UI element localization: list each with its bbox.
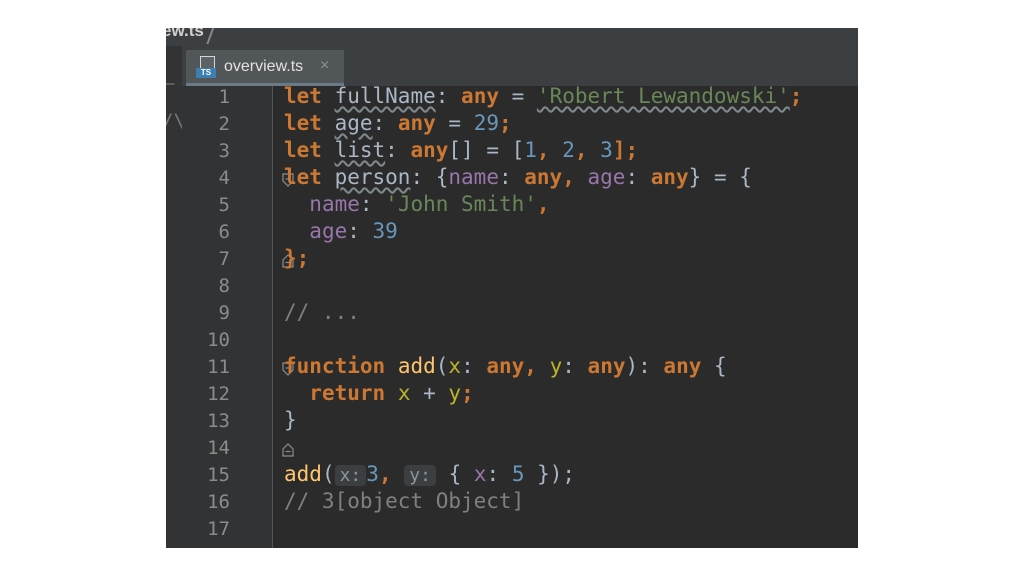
line-number: 14 <box>207 437 230 459</box>
code-line-16: // 3[object Object] <box>284 489 525 513</box>
code-editor[interactable]: let fullName: any = 'Robert Lewandowski'… <box>284 84 858 548</box>
line-number: 12 <box>207 383 230 405</box>
ts-badge: TS <box>196 68 216 78</box>
code-line-12: return x + y; <box>309 381 474 405</box>
parameter-hint-y: y: <box>404 465 436 486</box>
line-number: 7 <box>218 248 230 270</box>
code-line-2: let age: any = 29; <box>284 111 512 135</box>
editor-window: ew.ts TS overview.ts × — /\ 1 2 3 4 5 6 … <box>166 28 858 548</box>
code-line-15: add(x: 3, y: { x: 5 }); <box>284 462 576 486</box>
line-number: 17 <box>207 518 230 540</box>
code-line-3: let list: any[] = [1, 2, 3]; <box>284 138 639 162</box>
typescript-file-icon: TS <box>196 56 216 78</box>
code-line-4: let person: {name: any, age: any} = { <box>284 165 752 189</box>
navigation-bar: ew.ts <box>166 28 858 46</box>
breadcrumb-separator <box>206 28 216 44</box>
line-number: 5 <box>218 194 230 216</box>
gutter-divider <box>272 86 273 548</box>
line-number: 8 <box>218 275 230 297</box>
code-line-13: } <box>284 408 297 432</box>
tab-bar: TS overview.ts × <box>166 46 858 87</box>
code-line-11: function add(x: any, y: any): any { <box>284 354 727 378</box>
parameter-hint-x: x: <box>334 465 367 486</box>
line-number: 11 <box>207 356 230 378</box>
code-line-6: age: 39 <box>309 219 398 243</box>
code-line-5: name: 'John Smith', <box>309 192 550 216</box>
line-number: 15 <box>207 464 230 486</box>
code-line-9: // ... <box>284 300 360 324</box>
line-number: 2 <box>218 113 230 135</box>
tool-window-strip: — /\ <box>166 46 185 548</box>
line-number: 13 <box>207 410 230 432</box>
line-number-gutter: 1 2 3 4 5 6 7 8 9 10 11 12 13 14 15 16 1… <box>182 86 294 548</box>
strip-marker: — <box>166 76 175 92</box>
close-icon[interactable]: × <box>320 57 329 75</box>
line-number: 16 <box>207 491 230 513</box>
line-number: 6 <box>218 221 230 243</box>
tab-overview-ts[interactable]: TS overview.ts × <box>186 50 344 86</box>
line-number: 3 <box>218 140 230 162</box>
tab-label: overview.ts <box>224 58 304 75</box>
line-number: 1 <box>218 86 230 108</box>
breadcrumb-file[interactable]: ew.ts <box>166 28 204 41</box>
code-line-7: }; <box>284 246 310 270</box>
line-number: 10 <box>207 329 230 351</box>
line-number: 9 <box>218 302 230 324</box>
line-number: 4 <box>218 167 230 189</box>
code-line-1: let fullName: any = 'Robert Lewandowski'… <box>284 84 803 108</box>
